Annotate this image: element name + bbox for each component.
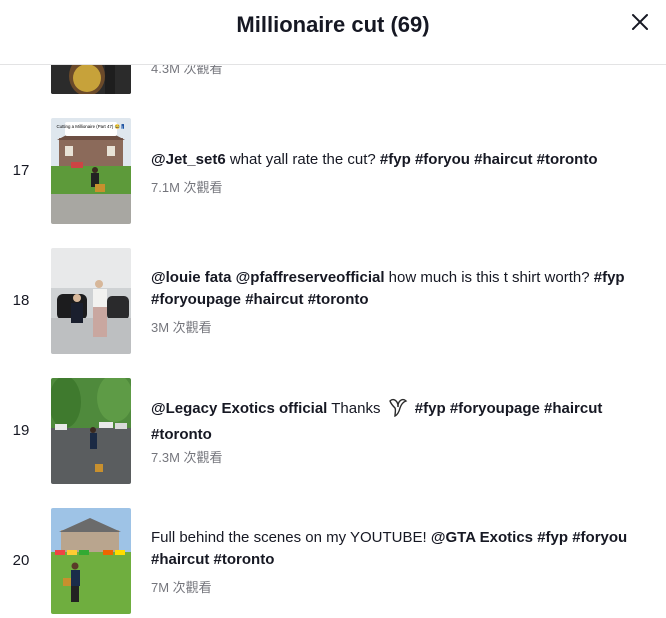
desc-hashtag[interactable]: #toronto [537,151,598,168]
video-thumbnail[interactable] [51,508,131,614]
desc-hashtag[interactable]: #haircut [245,291,303,308]
desc-text: Full behind the scenes on my YOUTUBE! [151,529,431,546]
list-item[interactable]: 20 Full behind the scenes on my YOUTUBE!… [0,508,666,614]
desc-hashtag[interactable]: #toronto [308,291,369,308]
desc-hashtag[interactable]: #fyp [415,400,446,417]
item-index: 19 [12,422,30,439]
video-thumbnail[interactable]: Cutting a Millionaire (Part 47) 😂👖 [51,118,131,224]
desc-text: what yall rate the cut? [225,151,380,168]
view-count: 7.1M 次觀看 [151,180,223,195]
desc-hashtag[interactable]: #toronto [151,426,212,443]
desc-hashtag[interactable]: #foryou [415,151,470,168]
desc-mention[interactable]: @GTA Exotics [431,529,533,546]
desc-text: Thanks [327,400,385,417]
desc-hashtag[interactable]: #fyp [594,269,625,286]
video-thumbnail[interactable] [51,378,131,484]
view-count: 7M 次觀看 [151,580,212,595]
desc-hashtag[interactable]: #haircut [474,151,532,168]
item-index: 18 [12,292,30,309]
desc-text: how much is this t shirt worth? [384,269,594,286]
list-item[interactable]: 19 @Legacy Exotics official Thanks #fyp … [0,378,666,484]
video-description: @Jet_set6 what yall rate the cut? #fyp #… [151,149,651,171]
desc-hashtag[interactable]: #foryoupage [151,291,241,308]
view-count: 3M 次觀看 [151,320,212,335]
modal-header: Millionaire cut (69) [0,0,666,65]
desc-mention[interactable]: @louie fata [151,269,231,286]
video-description: @louie fata @pfaffreserveofficial how mu… [151,267,651,311]
desc-hashtag[interactable]: #fyp [380,151,411,168]
page-title: Millionaire cut (69) [236,12,430,37]
bird-emoji-icon [387,397,409,424]
desc-hashtag[interactable]: #foryoupage [450,400,540,417]
desc-hashtag[interactable]: #foryou [572,529,627,546]
desc-mention[interactable]: @Legacy Exotics official [151,400,327,417]
close-icon[interactable] [631,13,649,31]
video-thumbnail[interactable] [51,248,131,354]
thumbnail-caption: Cutting a Millionaire (Part 47) 😂👖 [56,124,125,129]
desc-hashtag[interactable]: #fyp [537,529,568,546]
list-item[interactable]: 18 @louie fata @pfaffreserveofficial how… [0,248,666,354]
video-description: @Legacy Exotics official Thanks #fyp #fo… [151,397,651,446]
item-index: 17 [12,162,30,179]
desc-mention[interactable]: @pfaffreserveofficial [236,269,385,286]
close-button[interactable] [626,8,654,36]
video-description: Full behind the scenes on my YOUTUBE! @G… [151,527,651,571]
list-item[interactable]: 17 Cutting a Millionaire (Part 47) 😂👖 @J… [0,118,666,224]
view-count: 7.3M 次觀看 [151,450,223,465]
item-index: 20 [12,552,30,569]
desc-hashtag[interactable]: #toronto [214,551,275,568]
desc-hashtag[interactable]: #haircut [151,551,209,568]
desc-mention[interactable]: @Jet_set6 [151,151,226,168]
desc-hashtag[interactable]: #haircut [544,400,602,417]
